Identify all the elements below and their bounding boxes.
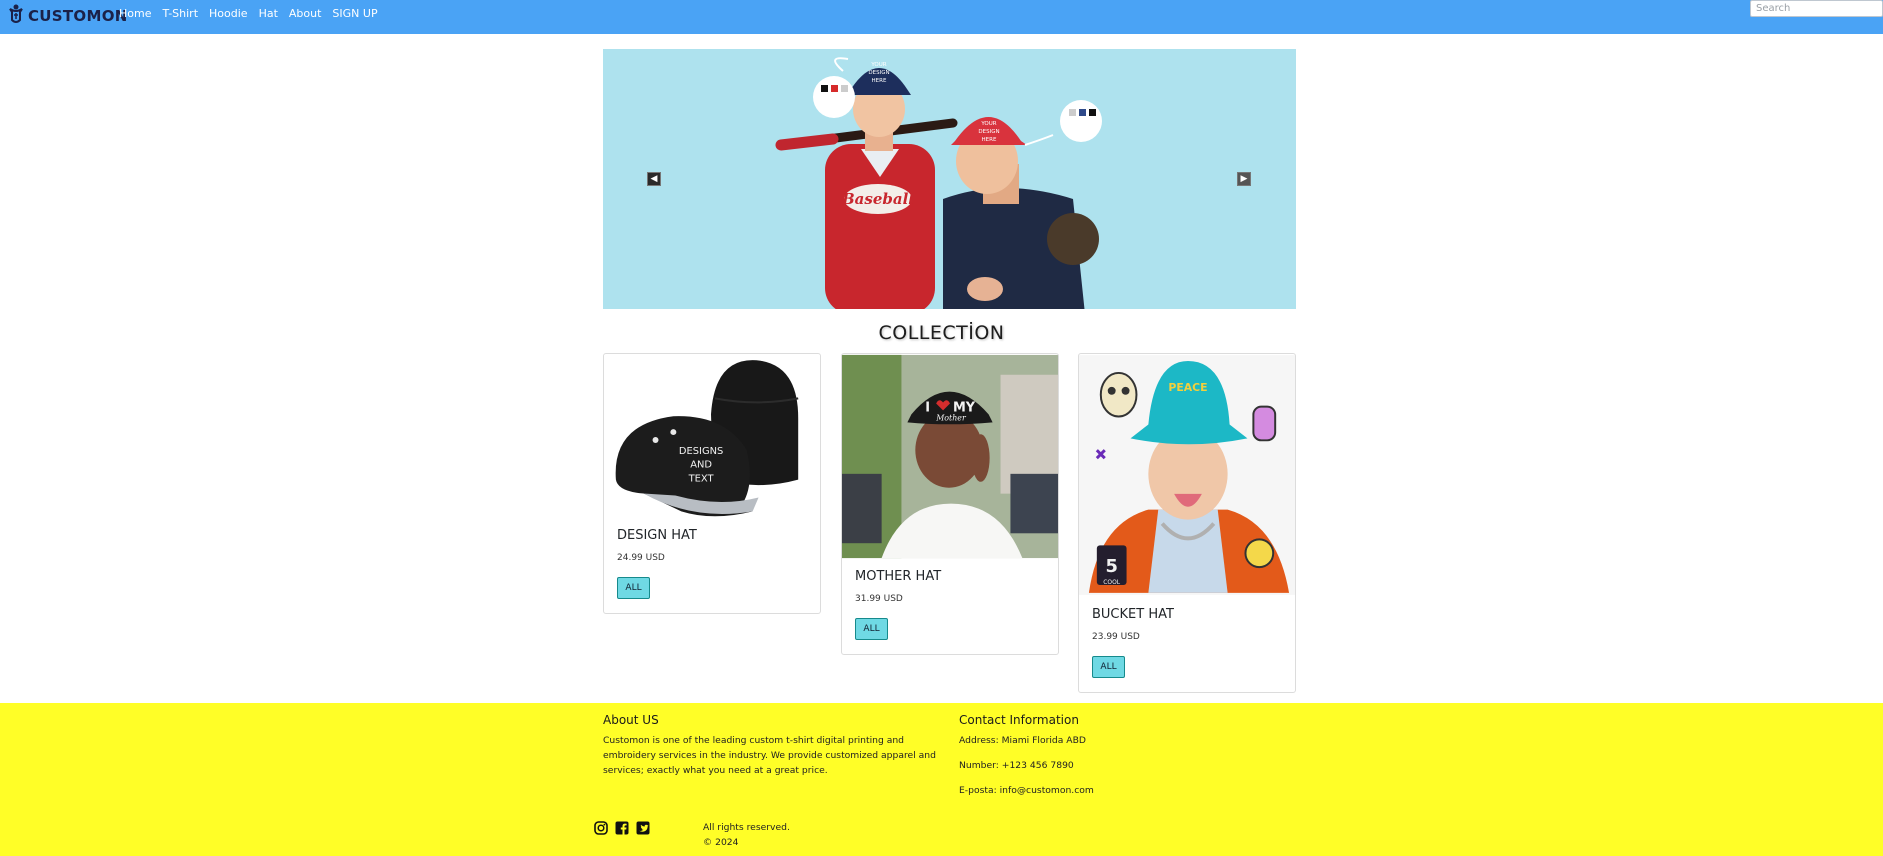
product-all-button[interactable]: ALL [617,577,650,599]
carousel-prev-button[interactable]: ◀ [647,172,661,186]
contact-number: Number: +123 456 7890 [959,760,1074,771]
chevron-right-icon: ▶ [1240,173,1248,184]
svg-text:HERE: HERE [872,78,887,84]
product-price: 23.99 USD [1092,632,1140,642]
logo-icon [7,3,25,29]
contact-email[interactable]: E-posta: info@customon.com [959,783,1094,798]
nav-link-t-shirt[interactable]: T-Shirt [162,7,198,21]
product-price: 24.99 USD [617,553,665,563]
product-price: 31.99 USD [855,594,903,604]
svg-text:HERE: HERE [982,137,997,143]
contact-title: Contact Information [959,713,1079,727]
hero-carousel: Baseball YOUR DESIGN HERE YOUR DESIGN HE… [603,49,1296,309]
chevron-left-icon: ◀ [650,173,658,184]
nav-link-about[interactable]: About [289,7,322,21]
brand-name: CUSTOMON [28,7,128,25]
rights-text: All rights reserved. [703,822,790,833]
copyright-text: © 2024 [703,837,739,848]
product-image-design-hat: DESIGNS AND TEXT [604,354,820,524]
product-title: BUCKET HAT [1092,607,1174,622]
footer: About US Customon is one of the leading … [0,703,1883,856]
nav-menu: Home T-Shirt Hoodie Hat About SIGN UP [119,7,378,21]
design-hat-image-text-2: AND [690,460,712,471]
instagram-icon[interactable] [593,820,608,835]
nav-link-hoodie[interactable]: Hoodie [209,7,248,21]
navbar: CUSTOMON Home T-Shirt Hoodie Hat About S… [0,0,1883,34]
hero-image: Baseball YOUR DESIGN HERE YOUR DESIGN HE… [775,57,1102,309]
collection-title: COLLECTİON [878,322,1005,344]
bucket-hat-image-text-1: PEACE [1168,381,1207,394]
nav-link-hat[interactable]: Hat [259,7,278,21]
svg-text:DESIGN: DESIGN [978,129,999,135]
carousel-next-button[interactable]: ▶ [1237,172,1251,186]
product-image-bucket-hat: 5 COOL PEACE [1079,355,1295,595]
product-card-bucket-hat: 5 COOL PEACE BUCKET HAT 23.99 USD ALL [1078,353,1296,693]
svg-text:YOUR: YOUR [870,62,886,68]
about-text-line-2: embroidery services in the industry. We … [603,750,936,761]
search-input[interactable] [1750,0,1883,17]
brand-logo[interactable]: CUSTOMON [7,3,128,29]
svg-text:YOUR: YOUR [980,121,996,127]
svg-text:Baseball: Baseball [841,190,914,208]
bucket-hat-image-text-2: 5 [1105,556,1117,577]
product-all-button[interactable]: ALL [855,618,888,640]
copyright-block: All rights reserved. © 2024 [703,820,790,850]
about-title: About US [603,713,659,727]
product-all-button[interactable]: ALL [1092,656,1125,678]
twitter-icon[interactable] [635,820,650,835]
design-hat-image-text-1: DESIGNS [679,446,723,457]
contact-address: Address: Miami Florida ABD [959,735,1086,746]
about-text-line-1: Customon is one of the leading custom t-… [603,735,905,746]
nav-link-sign-up[interactable]: SIGN UP [332,7,377,21]
social-links [593,820,650,835]
about-text: Customon is one of the leading custom t-… [603,733,948,778]
product-card-mother-hat: I MY Mother MOTHER HAT 31.99 USD ALL [841,353,1059,655]
bucket-hat-image-text-3: COOL [1103,579,1120,586]
about-text-line-3: services; exactly what you need at a gre… [603,765,828,776]
product-card-design-hat: DESIGNS AND TEXT DESIGN HAT 24.99 USD AL… [603,353,821,614]
product-title: MOTHER HAT [855,569,942,584]
mother-hat-image-text-3: Mother [935,413,967,422]
facebook-icon[interactable] [614,820,629,835]
mother-hat-image-text-1: I [925,400,930,415]
product-title: DESIGN HAT [617,528,697,543]
svg-text:DESIGN: DESIGN [868,70,889,76]
design-hat-image-text-3: TEXT [688,474,715,485]
nav-link-home[interactable]: Home [119,7,151,21]
product-image-mother-hat: I MY Mother [842,354,1058,559]
